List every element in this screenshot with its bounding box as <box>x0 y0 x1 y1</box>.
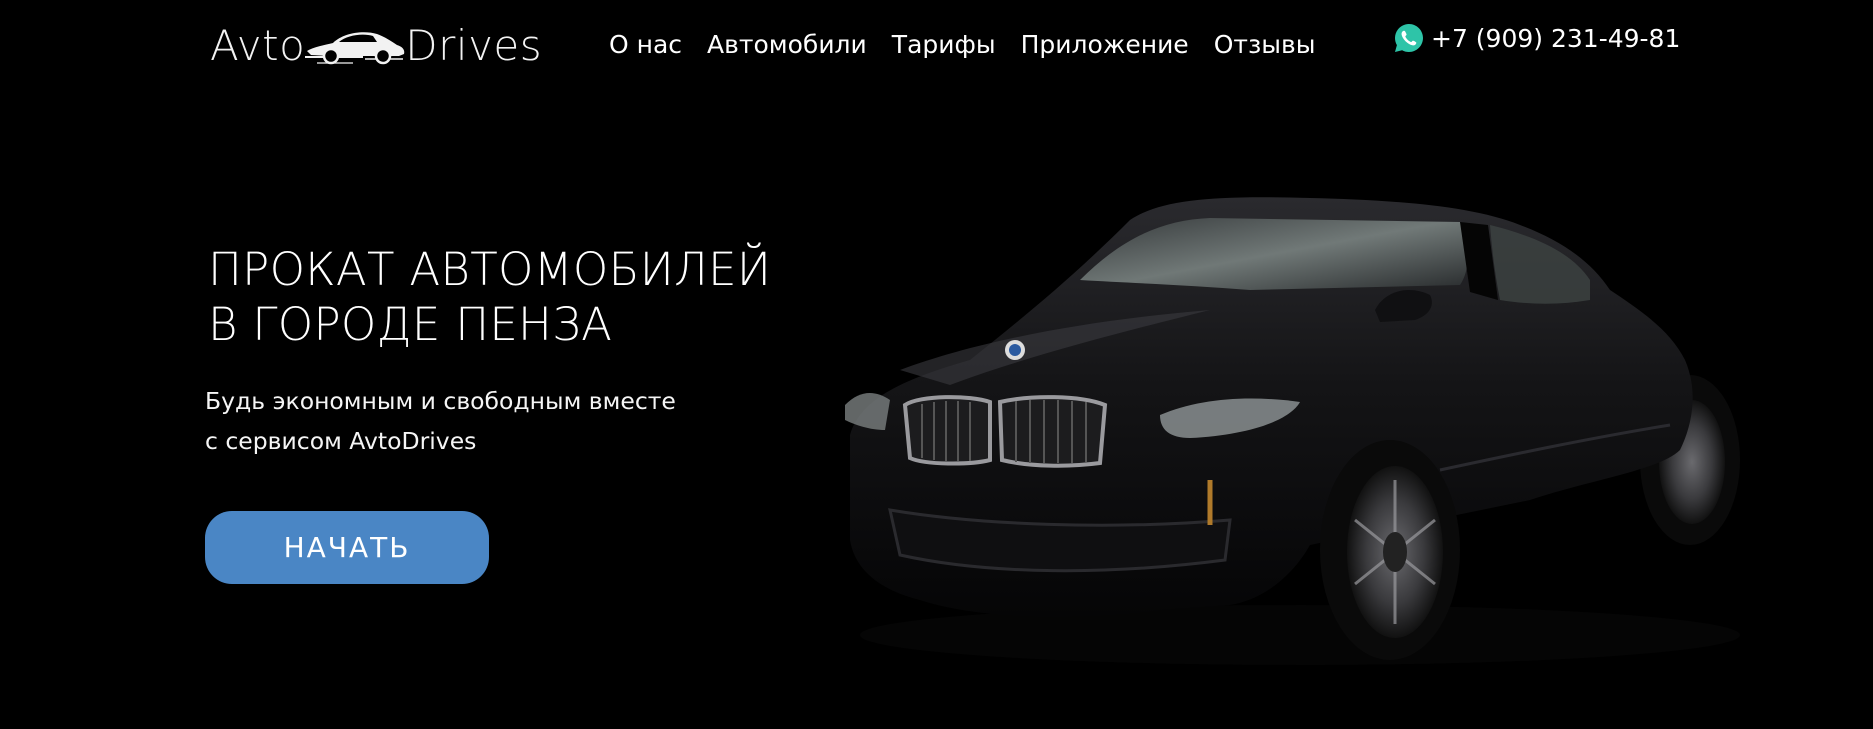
nav-item-about[interactable]: О нас <box>609 24 682 66</box>
hero-title: ПРОКАТ АВТОМОБИЛЕЙ В ГОРОДЕ ПЕНЗА <box>208 242 848 352</box>
whatsapp-icon <box>1395 24 1423 52</box>
nav-item-tariffs[interactable]: Тарифы <box>892 24 996 66</box>
nav-item-app[interactable]: Приложение <box>1021 24 1189 66</box>
logo-text-left: Avto <box>210 20 306 70</box>
car-image <box>845 197 1740 665</box>
main-nav: О нас Автомобили Тарифы Приложение Отзыв… <box>609 24 1315 66</box>
phone-link[interactable]: +7 (909) 231-49-81 <box>1393 22 1680 54</box>
start-button[interactable]: НАЧАТЬ <box>205 511 489 584</box>
nav-item-reviews[interactable]: Отзывы <box>1214 24 1316 66</box>
nav-item-cars[interactable]: Автомобили <box>707 24 867 66</box>
hero-subtitle-line-1: Будь экономным и свободным вместе <box>205 387 676 415</box>
phone-number: +7 (909) 231-49-81 <box>1431 23 1681 53</box>
hero-title-line-2: В ГОРОДЕ ПЕНЗА <box>208 298 613 351</box>
landing-page: Avto Drives О нас Автомобили Тарифы Прил… <box>0 0 1873 729</box>
car-logo-icon <box>305 32 405 65</box>
hero-subtitle-line-2: с сервисом AvtoDrives <box>205 427 477 455</box>
hero-title-line-1: ПРОКАТ АВТОМОБИЛЕЙ <box>208 243 772 296</box>
site-header: Avto Drives О нас Автомобили Тарифы Прил… <box>0 0 1873 90</box>
hero-subtitle: Будь экономным и свободным вместе с серв… <box>205 381 765 461</box>
logo-link[interactable]: Avto Drives <box>210 20 542 70</box>
logo-text-right: Drives <box>405 20 543 70</box>
